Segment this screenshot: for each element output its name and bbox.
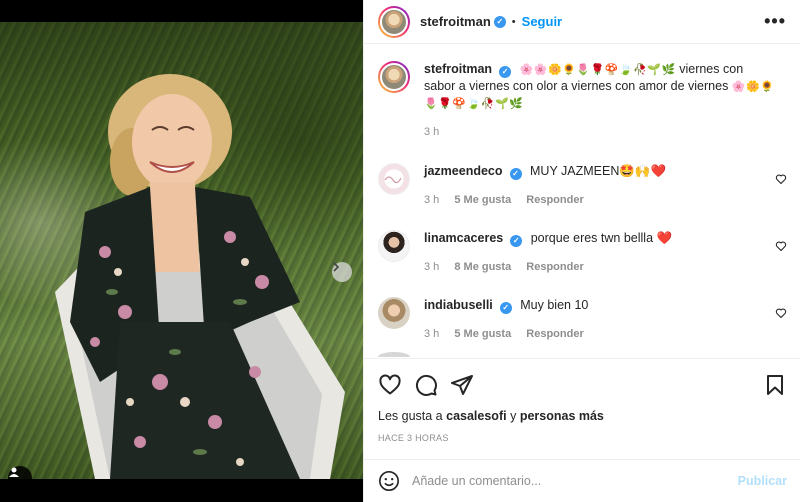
comments-list[interactable]: stefroitman ✓ 🌸🌸🌼🌻🌷🌹🍄🍃🥀🌱🌿 viernes con sab…	[364, 45, 800, 357]
comment-meta: 3 h 8 Me gusta Responder	[424, 259, 761, 275]
comment-username[interactable]: linamcaceres	[424, 231, 503, 245]
next-comment-avatar-partial	[378, 352, 410, 357]
comment-likes-count[interactable]: 5 Me gusta	[454, 194, 511, 206]
commenter-avatar[interactable]	[378, 163, 410, 195]
comment-meta: 3 h 5 Me gusta Responder	[424, 326, 761, 342]
post-actions-bar	[364, 359, 800, 411]
emoji-picker-icon[interactable]	[378, 470, 400, 492]
post-actions-section: Les gusta a casalesofi y personas más HA…	[364, 358, 800, 443]
likes-prefix: Les gusta a	[378, 409, 443, 423]
carousel-next-button[interactable]	[332, 262, 352, 282]
comment-username[interactable]: jazmeendeco	[424, 164, 503, 178]
caption-body: stefroitman ✓ 🌸🌸🌼🌻🌷🌹🍄🍃🥀🌱🌿 viernes con sab…	[424, 61, 787, 140]
user-tag-icon	[9, 467, 19, 477]
caption-emojis: 🌸🌸🌼🌻🌷🌹🍄🍃🥀🌱🌿	[519, 64, 676, 76]
post-caption: stefroitman ✓ 🌸🌸🌼🌻🌷🌹🍄🍃🥀🌱🌿 viernes con sab…	[378, 61, 787, 140]
neck-chest	[150, 182, 200, 272]
likes-user-link[interactable]: casalesofi	[446, 409, 506, 423]
comment-time[interactable]: 3 h	[424, 261, 439, 273]
comment-likes[interactable]: 8 Me gusta	[454, 261, 511, 273]
add-comment-bar: Publicar	[364, 459, 800, 502]
comment-item: linamcaceres ✓ porque eres twn bellla ❤️ …	[378, 230, 787, 275]
caption-avatar-image	[380, 63, 408, 91]
commenter-avatar[interactable]	[378, 297, 410, 329]
comment-reply-label[interactable]: Responder	[526, 328, 583, 340]
comment-body: jazmeendeco ✓ MUY JAZMEEN🤩🙌❤️ 3 h 5 Me gu…	[424, 163, 787, 208]
comment-item: jazmeendeco ✓ MUY JAZMEEN🤩🙌❤️ 3 h 5 Me gu…	[378, 163, 787, 208]
comment-time[interactable]: 3 h	[424, 194, 439, 206]
comment-meta: 3 h 5 Me gusta Responder	[424, 192, 761, 208]
comment-time[interactable]: 3 h	[424, 328, 439, 340]
save-bookmark-icon[interactable]	[763, 373, 787, 397]
comment-reply-label[interactable]: Responder	[526, 261, 583, 273]
caption-meta: 3 h	[424, 124, 777, 140]
comment-username[interactable]: indiabuselli	[424, 298, 493, 312]
verified-badge-icon: ✓	[510, 235, 523, 247]
author-avatar-image	[380, 7, 408, 36]
verified-badge-icon: ✓	[509, 168, 522, 180]
jazmeen-logo-icon	[384, 176, 402, 184]
comment-likes-count[interactable]: 8 Me gusta	[454, 261, 511, 273]
header-separator: •	[511, 15, 516, 28]
comment-like-heart-icon[interactable]	[775, 240, 787, 252]
comment-body: linamcaceres ✓ porque eres twn bellla ❤️ …	[424, 230, 787, 275]
verified-badge-icon: ✓	[493, 15, 506, 28]
post-side-panel: stefroitman ✓ • Seguir ••• stefroitman ✓ …	[363, 0, 800, 502]
caption-time[interactable]: 3 h	[424, 126, 439, 138]
verified-badge-icon: ✓	[499, 66, 512, 78]
likes-connector: y	[510, 409, 517, 423]
comment-text: porque eres twn bellla ❤️	[530, 231, 673, 245]
face	[132, 94, 212, 190]
comment-item: indiabuselli ✓ Muy bien 10 3 h 5 Me gusta…	[378, 297, 787, 342]
post-media	[0, 0, 363, 502]
comment-likes[interactable]: 5 Me gusta	[454, 328, 511, 340]
comment-text: MUY JAZMEEN🤩🙌❤️	[530, 164, 667, 178]
add-comment-input[interactable]	[412, 474, 738, 488]
post-header: stefroitman ✓ • Seguir •••	[364, 0, 800, 44]
comment-bubble-icon[interactable]	[414, 373, 438, 397]
commenter-avatar[interactable]	[378, 230, 410, 262]
comment-reply-button[interactable]: Responder	[526, 261, 583, 273]
comment-likes[interactable]: 5 Me gusta	[454, 194, 511, 206]
comment-like-heart-icon[interactable]	[775, 173, 787, 185]
post-timestamp[interactable]: HACE 3 HORAS	[364, 433, 800, 443]
chevron-right-icon	[333, 262, 340, 272]
post-photo[interactable]	[0, 22, 363, 479]
instagram-post-modal: stefroitman ✓ • Seguir ••• stefroitman ✓ …	[0, 0, 800, 502]
comment-likes-count[interactable]: 5 Me gusta	[454, 328, 511, 340]
follow-button[interactable]: Seguir	[522, 14, 562, 29]
like-heart-icon[interactable]	[378, 373, 402, 397]
verified-badge-icon: ✓	[499, 302, 512, 314]
photo-illustration	[55, 74, 345, 479]
caption-username[interactable]: stefroitman	[424, 62, 492, 76]
comment-reply-button[interactable]: Responder	[526, 194, 583, 206]
author-username[interactable]: stefroitman	[420, 14, 491, 29]
likes-others-link[interactable]: personas más	[520, 409, 604, 423]
likes-summary: Les gusta a casalesofi y personas más	[364, 409, 800, 423]
comment-text: Muy bien 10	[520, 298, 589, 312]
more-options-button[interactable]: •••	[764, 11, 786, 32]
comment-reply-button[interactable]: Responder	[526, 328, 583, 340]
comment-like-heart-icon[interactable]	[775, 307, 787, 319]
author-avatar[interactable]	[378, 5, 410, 38]
share-paper-plane-icon[interactable]	[450, 373, 474, 397]
comment-body: indiabuselli ✓ Muy bien 10 3 h 5 Me gusta…	[424, 297, 787, 342]
comment-reply-label[interactable]: Responder	[526, 194, 583, 206]
caption-avatar[interactable]	[378, 61, 410, 93]
publish-comment-button[interactable]: Publicar	[738, 474, 787, 488]
